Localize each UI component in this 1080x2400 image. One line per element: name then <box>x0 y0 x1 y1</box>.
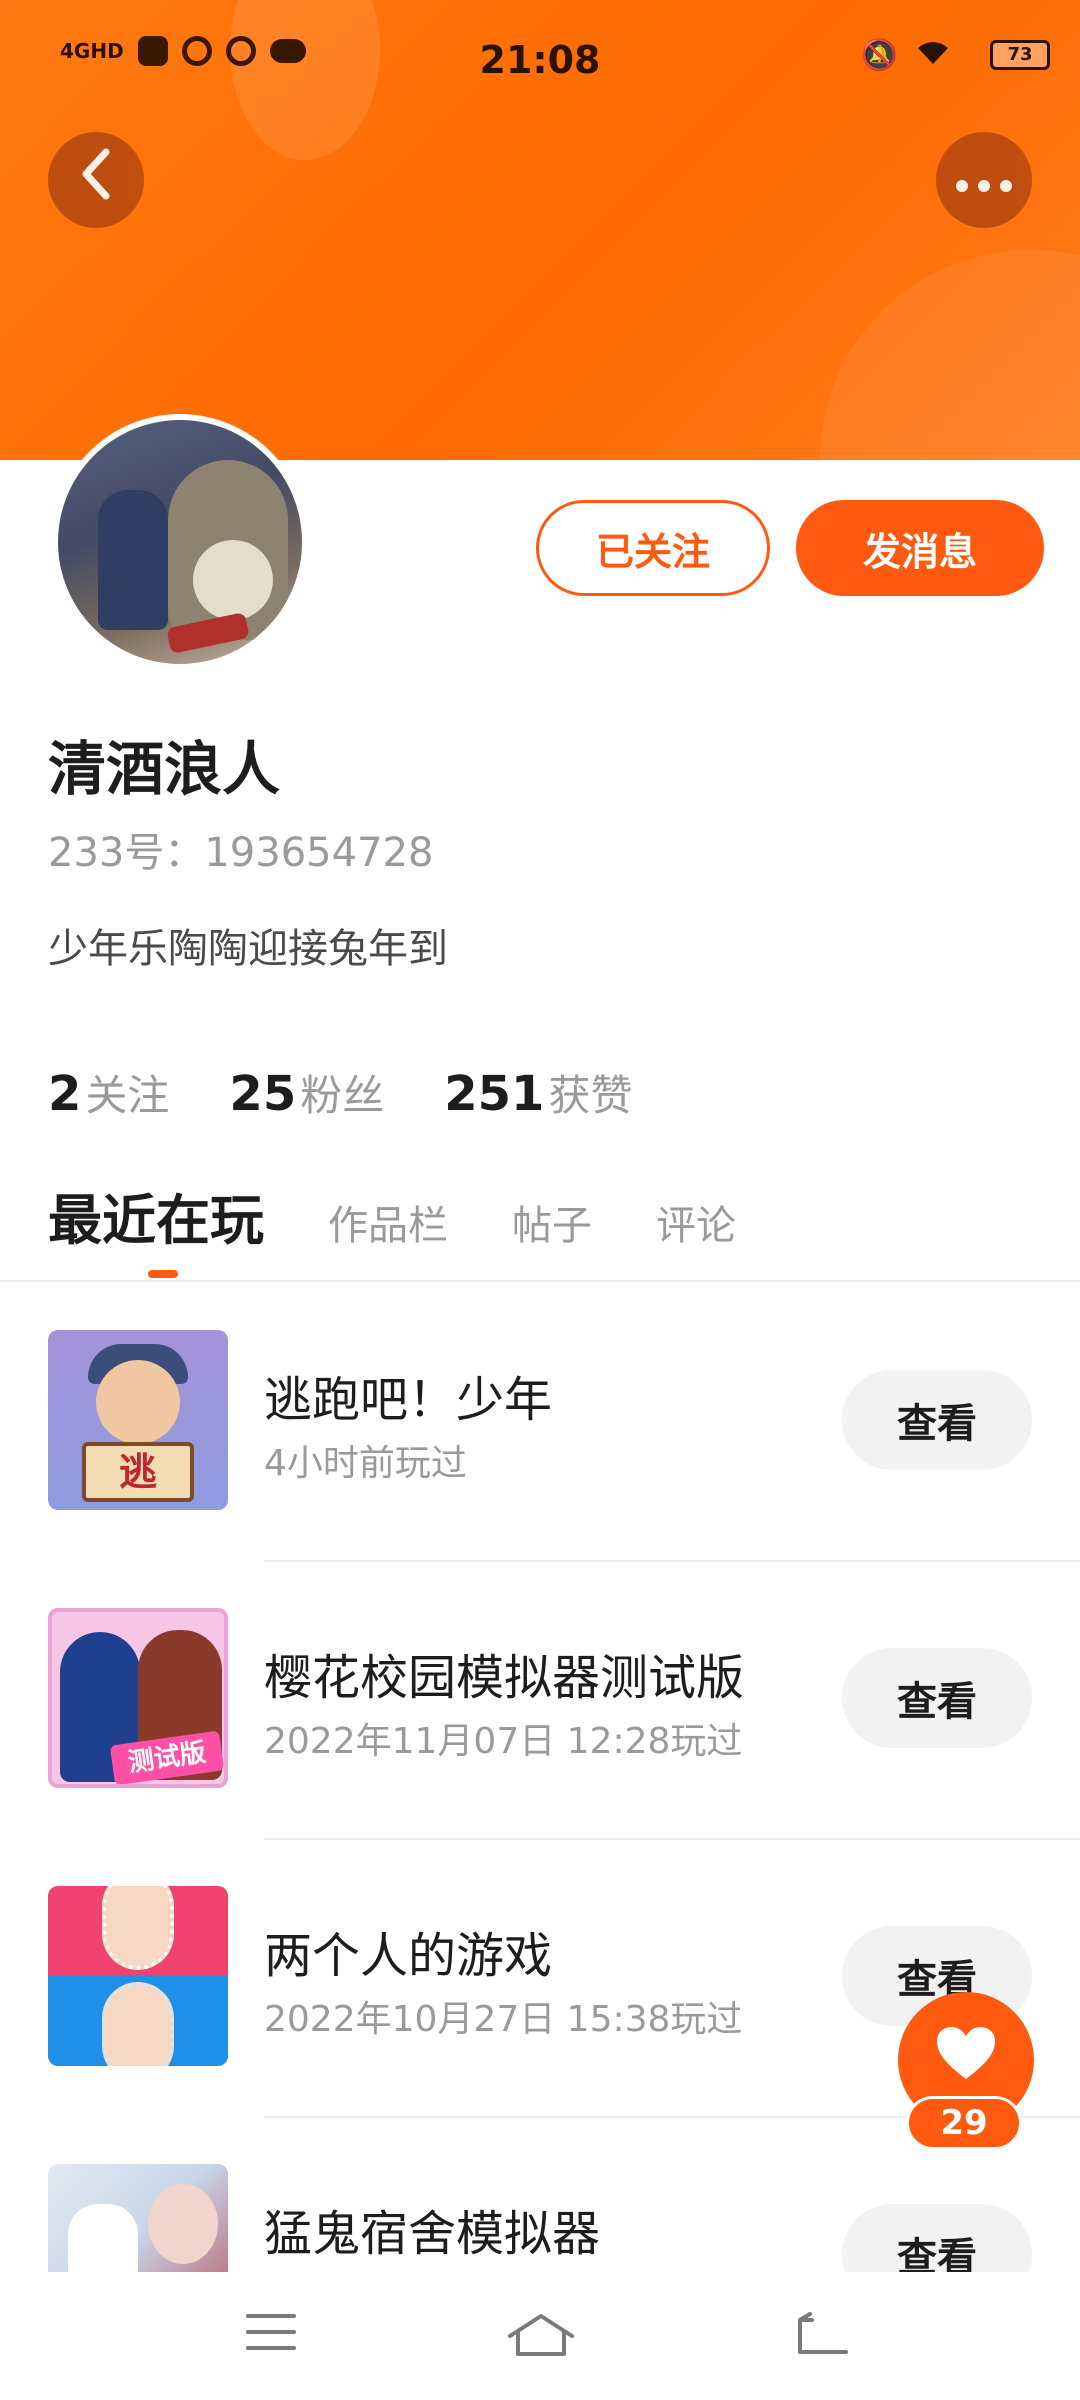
list-item[interactable]: 逃 逃跑吧！少年 4小时前玩过 查看 <box>0 1330 1080 1608</box>
divider <box>264 1560 1080 1562</box>
tab-recently-played[interactable]: 最近在玩 <box>48 1176 264 1255</box>
game-thumbnail[interactable]: 测试版 <box>48 1608 228 1788</box>
stat-likes[interactable]: 251 获赞 <box>444 1062 632 1123</box>
list-item[interactable]: 猛鬼宿舍模拟器 查看 <box>0 2164 1080 2272</box>
banner-decoration <box>820 250 1080 460</box>
last-played: 2022年10月27日 15:38玩过 <box>264 1999 743 2040</box>
tab-posts[interactable]: 帖子 <box>512 1193 592 1251</box>
game-title: 猛鬼宿舍模拟器 <box>264 2206 601 2262</box>
stat-value: 2 <box>48 1066 82 1122</box>
more-dots-icon <box>954 157 1014 203</box>
like-count: 29 <box>906 2096 1022 2150</box>
heart-icon <box>935 2025 997 2095</box>
back-button[interactable] <box>48 132 144 228</box>
status-bar: 4GHD 21:08 🔕 73 <box>0 0 1080 120</box>
game-thumbnail[interactable] <box>48 1886 228 2066</box>
chevron-left-icon <box>78 148 114 213</box>
back-icon[interactable] <box>796 2312 850 2363</box>
following-button[interactable]: 已关注 <box>536 500 770 596</box>
list-item[interactable]: 测试版 樱花校园模拟器测试版 2022年11月07日 12:28玩过 查看 <box>0 1608 1080 1886</box>
view-button[interactable]: 查看 <box>842 2204 1032 2272</box>
divider <box>0 1280 1080 1282</box>
profile-stats: 2 关注 25 粉丝 251 获赞 <box>48 1062 632 1123</box>
divider <box>264 1838 1080 1840</box>
send-message-button[interactable]: 发消息 <box>796 500 1044 596</box>
stat-label: 粉丝 <box>300 1071 385 1120</box>
game-title: 樱花校园模拟器测试版 <box>264 1650 745 1706</box>
avatar[interactable] <box>52 414 308 670</box>
last-played: 4小时前玩过 <box>264 1443 467 1484</box>
last-played: 2022年11月07日 12:28玩过 <box>264 1721 743 1762</box>
stat-following[interactable]: 2 关注 <box>48 1062 169 1123</box>
game-title: 两个人的游戏 <box>264 1928 553 1984</box>
view-button[interactable]: 查看 <box>842 1648 1032 1748</box>
user-bio: 少年乐陶陶迎接兔年到 <box>48 926 448 972</box>
game-thumbnail[interactable] <box>48 2164 228 2272</box>
stat-label: 获赞 <box>548 1071 633 1120</box>
view-button[interactable]: 查看 <box>842 1370 1032 1470</box>
user-id: 233号：193654728 <box>48 830 434 876</box>
stat-value: 25 <box>229 1066 297 1122</box>
home-icon[interactable] <box>506 2312 576 2365</box>
game-thumbnail[interactable]: 逃 <box>48 1330 228 1510</box>
avatar-image <box>58 420 302 664</box>
username: 清酒浪人 <box>48 735 281 803</box>
tab-works[interactable]: 作品栏 <box>328 1193 448 1251</box>
thumbnail-text: 逃 <box>82 1442 194 1502</box>
menu-icon[interactable] <box>246 2312 296 2359</box>
tab-comments[interactable]: 评论 <box>656 1193 736 1251</box>
game-title: 逃跑吧！少年 <box>264 1372 553 1428</box>
system-nav-bar <box>0 2272 1080 2400</box>
more-button[interactable] <box>936 132 1032 228</box>
bell-off-icon: 🔕 <box>860 38 898 73</box>
wifi-icon <box>916 40 950 72</box>
profile-tabs: 最近在玩 作品栏 帖子 评论 <box>48 1176 736 1255</box>
stat-value: 251 <box>444 1066 545 1122</box>
active-tab-indicator <box>148 1270 178 1278</box>
battery-level: 73 <box>990 40 1050 70</box>
stat-followers[interactable]: 25 粉丝 <box>229 1062 384 1123</box>
stat-label: 关注 <box>85 1071 170 1120</box>
